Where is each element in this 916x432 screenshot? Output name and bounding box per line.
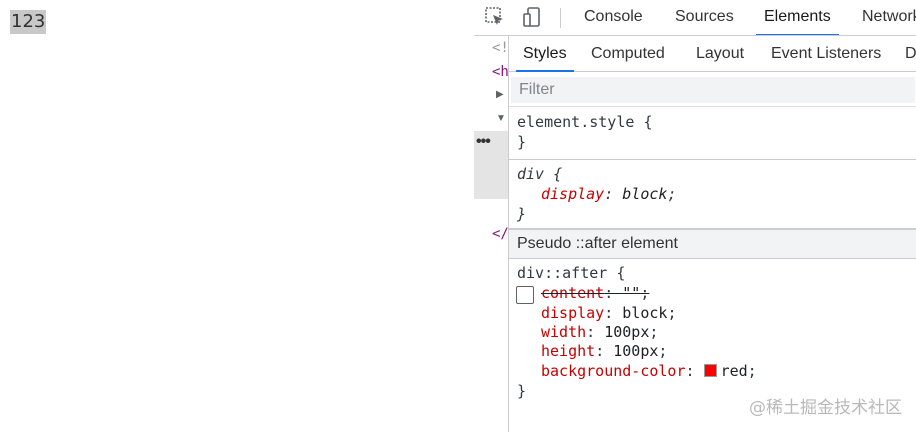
filter-input[interactable] (511, 77, 915, 103)
tab-console[interactable]: Console (576, 0, 651, 35)
property-value[interactable]: 100px (604, 323, 649, 341)
property-value[interactable]: 100px (613, 342, 658, 360)
div-selector[interactable]: div (517, 165, 544, 183)
close-brace: } (517, 382, 527, 400)
devtools-panel: Console Sources Elements Network <! <h ▶… (474, 0, 916, 432)
collapse-triangle-icon[interactable]: ▼ (496, 113, 506, 124)
dom-closing-line[interactable]: </ (492, 226, 508, 242)
device-toolbar-icon[interactable] (521, 6, 543, 28)
div-rule: div { display: block; } (509, 160, 916, 229)
after-rule: div::after { content: ""; display: block… (509, 260, 916, 410)
after-selector[interactable]: div::after (517, 264, 607, 282)
close-brace[interactable]: } (517, 133, 526, 151)
open-brace: { (616, 264, 626, 282)
property-value[interactable]: red (721, 362, 748, 380)
width-declaration[interactable]: width: 100px; (541, 322, 658, 342)
watermark-text: @稀土掘金技术社区 (749, 398, 902, 418)
element-style-selector[interactable]: element.style (517, 113, 634, 131)
close-brace: } (517, 205, 527, 223)
tab-elements[interactable]: Elements (756, 0, 839, 35)
background-color-declaration[interactable]: background-color: red; (541, 361, 757, 381)
declaration-checkbox[interactable] (516, 286, 534, 304)
property-name[interactable]: content (541, 284, 604, 302)
more-dots-icon[interactable]: ••• (476, 133, 491, 151)
element-style-rule: element.style { } (509, 108, 916, 160)
inspect-element-icon[interactable] (484, 6, 506, 28)
subtab-dom-breakpoints[interactable]: D (898, 36, 916, 72)
open-brace: { (643, 113, 653, 131)
property-value[interactable]: "" (622, 284, 640, 302)
subtab-layout[interactable]: Layout (689, 36, 751, 72)
toolbar-divider (560, 8, 561, 28)
styles-pane: Styles Computed Layout Event Listeners D… (508, 36, 916, 432)
div-display-declaration[interactable]: display: block; (541, 184, 676, 204)
property-name[interactable]: background-color (541, 362, 686, 380)
page-div-text: 123 (10, 10, 47, 34)
property-name[interactable]: display (541, 185, 604, 203)
subtab-styles[interactable]: Styles (516, 36, 574, 72)
property-value[interactable]: block (622, 304, 667, 322)
property-name[interactable]: height (541, 342, 595, 360)
property-name[interactable]: display (541, 304, 604, 322)
color-swatch[interactable] (703, 364, 717, 377)
styles-subtabs: Styles Computed Layout Event Listeners D (509, 36, 916, 72)
filter-row (509, 73, 916, 107)
open-brace: { (553, 165, 563, 183)
devtools-toolbar: Console Sources Elements Network (474, 0, 916, 36)
property-value[interactable]: block (622, 185, 667, 203)
tab-sources[interactable]: Sources (667, 0, 742, 35)
dom-tree: <! <h ▶ ▼ ••• </ (474, 36, 508, 432)
display-declaration[interactable]: display: block; (541, 303, 676, 323)
content-declaration[interactable]: content: ""; (541, 283, 649, 303)
property-name[interactable]: width (541, 323, 586, 341)
tab-network[interactable]: Network (854, 0, 916, 35)
dom-doctype-line[interactable]: <! (492, 40, 508, 56)
pseudo-element-header: Pseudo ::after element (509, 229, 916, 259)
subtab-event-listeners[interactable]: Event Listeners (764, 36, 888, 72)
height-declaration[interactable]: height: 100px; (541, 341, 667, 361)
expand-triangle-icon[interactable]: ▶ (496, 89, 504, 100)
subtab-computed[interactable]: Computed (584, 36, 672, 72)
dom-html-line[interactable]: <h (492, 64, 508, 80)
